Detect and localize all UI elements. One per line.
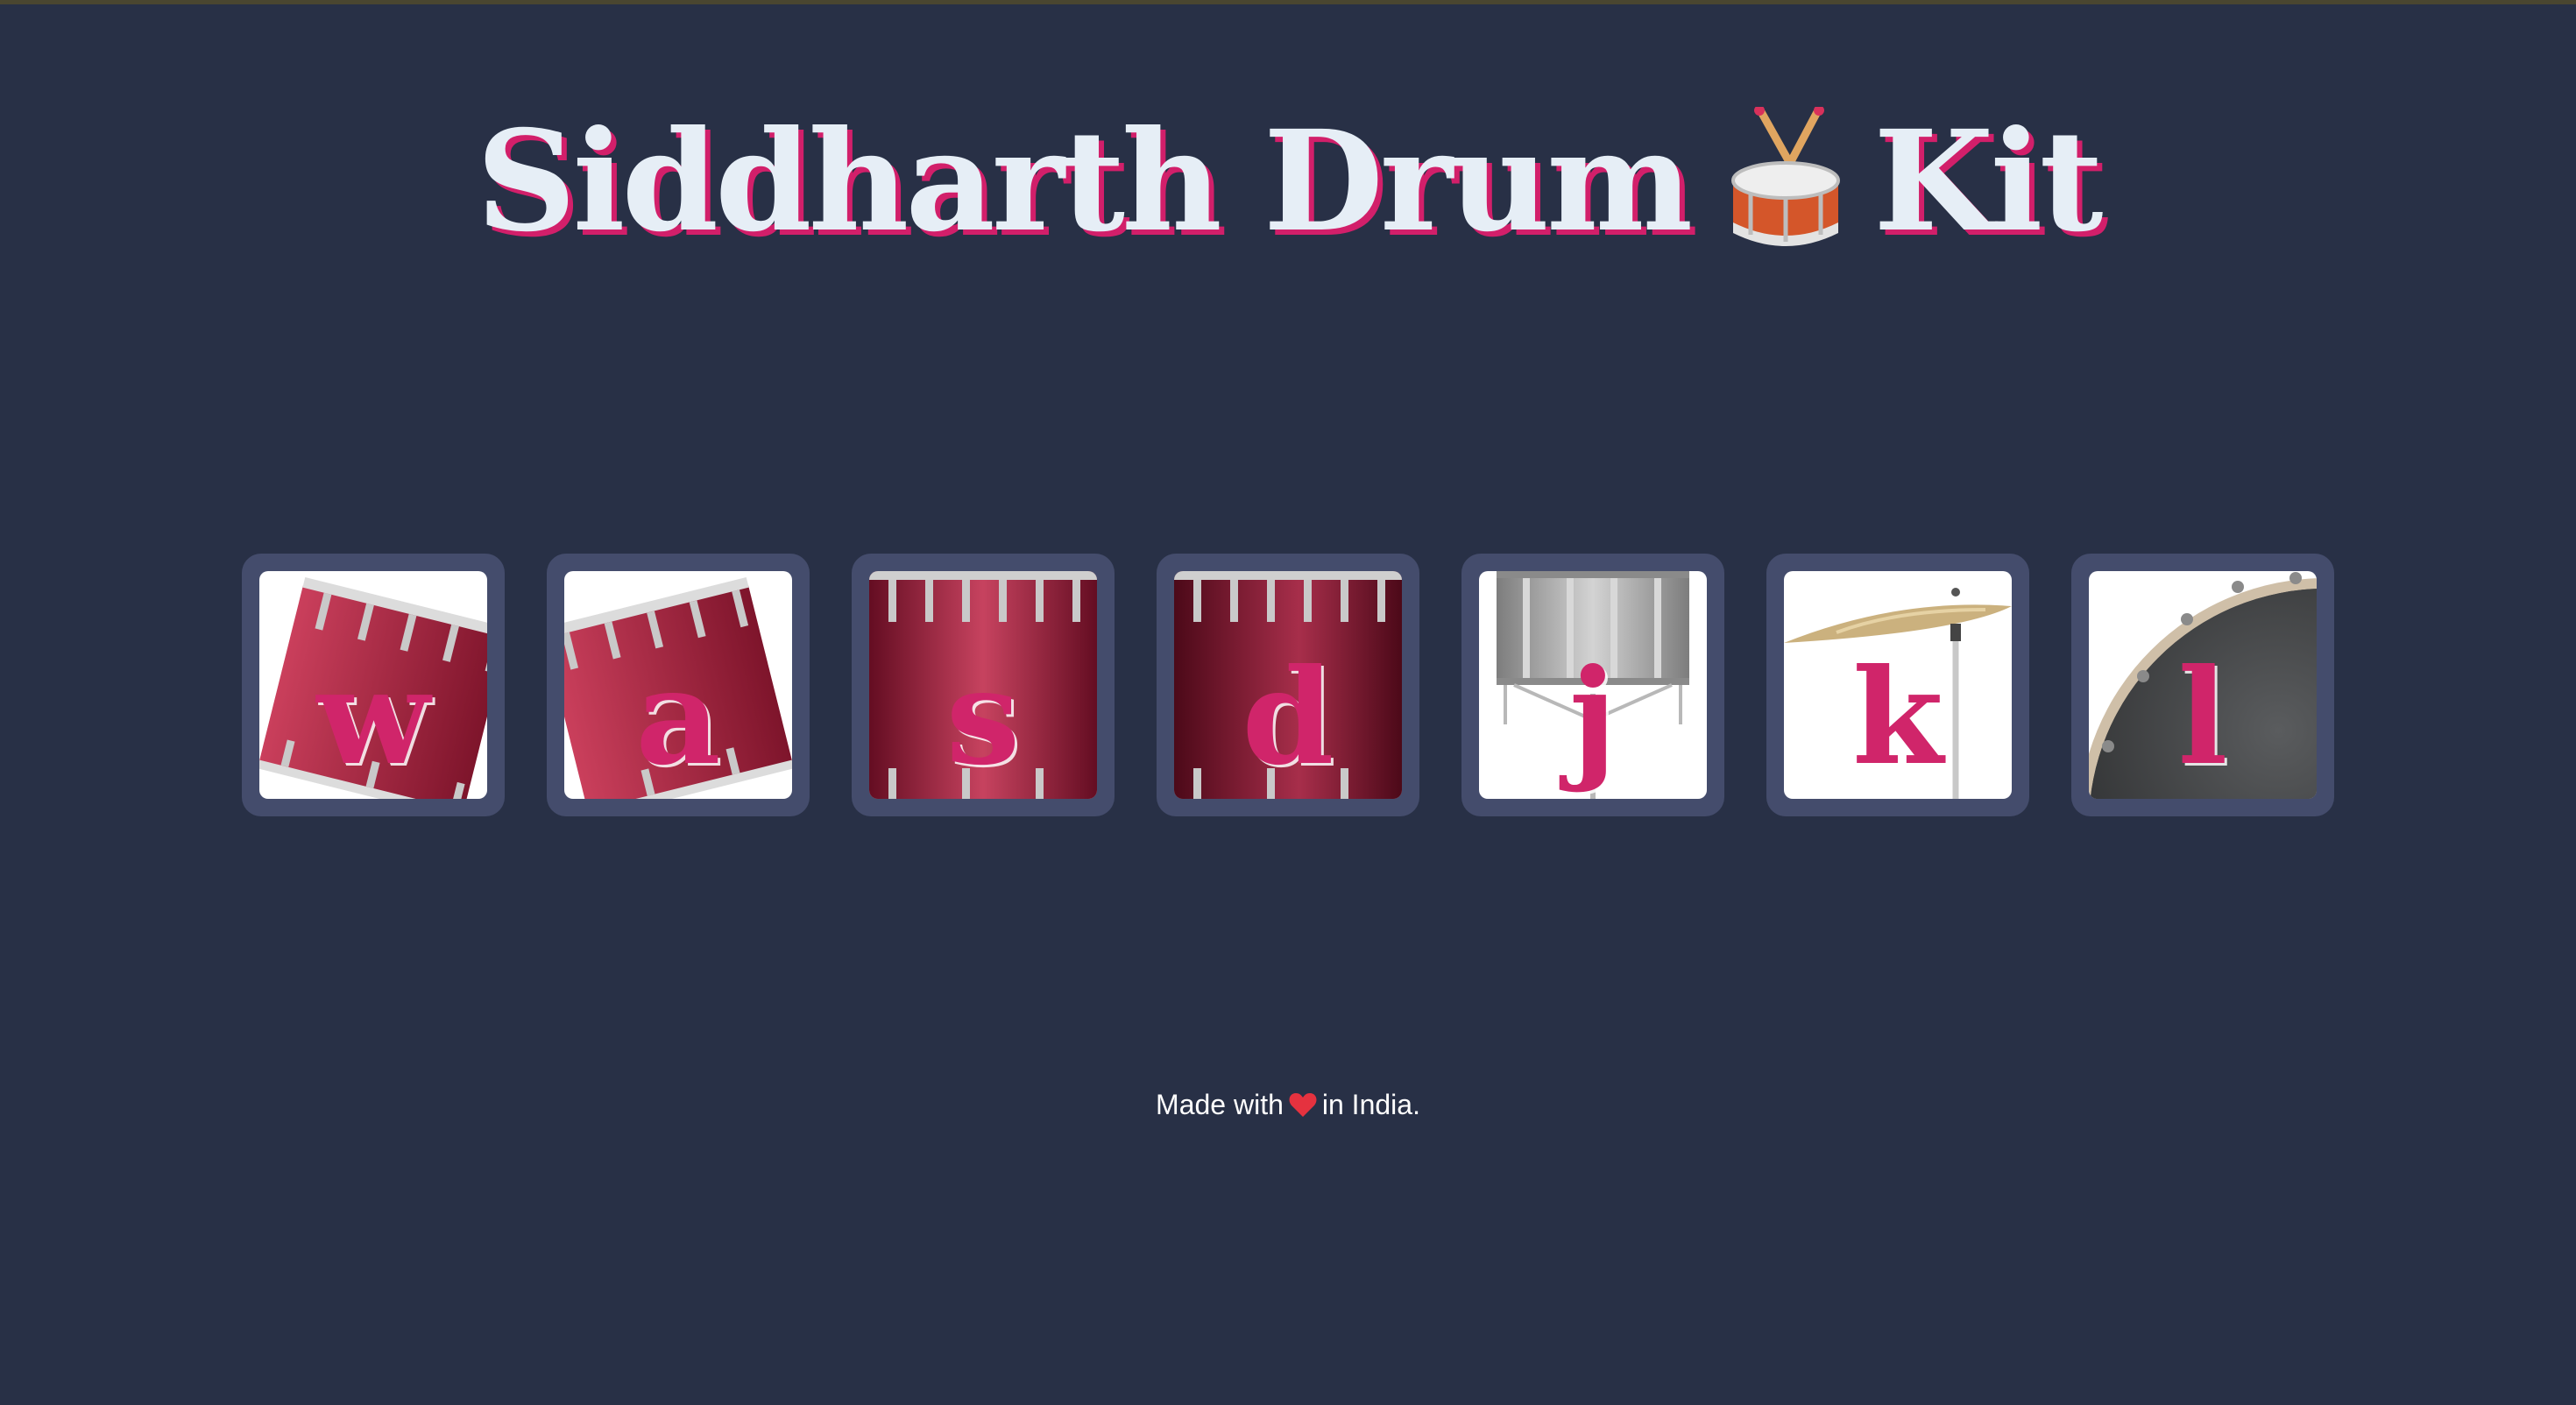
drum-set: w a s d j k l bbox=[242, 554, 2336, 816]
drum-key-label: w bbox=[316, 640, 430, 794]
footer-text-start: Made with bbox=[1156, 1089, 1284, 1120]
drum-button-k[interactable]: k bbox=[1766, 554, 2029, 816]
page-title: Siddharth Drum Kit bbox=[0, 103, 2576, 261]
drum-key-label: d bbox=[1242, 640, 1334, 794]
title-text-kit: Kit bbox=[1873, 101, 2103, 263]
drum-key-label: a bbox=[635, 640, 721, 794]
drum-button-a[interactable]: a bbox=[547, 554, 810, 816]
drum-key-label: j bbox=[1568, 640, 1617, 794]
footer: Made with in India. bbox=[0, 1089, 2576, 1121]
drum-button-w[interactable]: w bbox=[242, 554, 505, 816]
drum-button-s[interactable]: s bbox=[852, 554, 1115, 816]
footer-text-end: in India. bbox=[1321, 1089, 1420, 1120]
heart-icon bbox=[1289, 1093, 1317, 1117]
drum-button-j[interactable]: j bbox=[1461, 554, 1724, 816]
drum-button-d[interactable]: d bbox=[1157, 554, 1419, 816]
drum-key-label: s bbox=[945, 640, 1021, 794]
drum-button-l[interactable]: l bbox=[2071, 554, 2334, 816]
title-text-main: Siddharth Drum bbox=[476, 101, 1693, 263]
drum-icon bbox=[1731, 107, 1841, 246]
drum-key-label: k bbox=[1852, 640, 1943, 794]
drum-key-label: l bbox=[2177, 640, 2228, 794]
window-top-border bbox=[0, 0, 2576, 4]
